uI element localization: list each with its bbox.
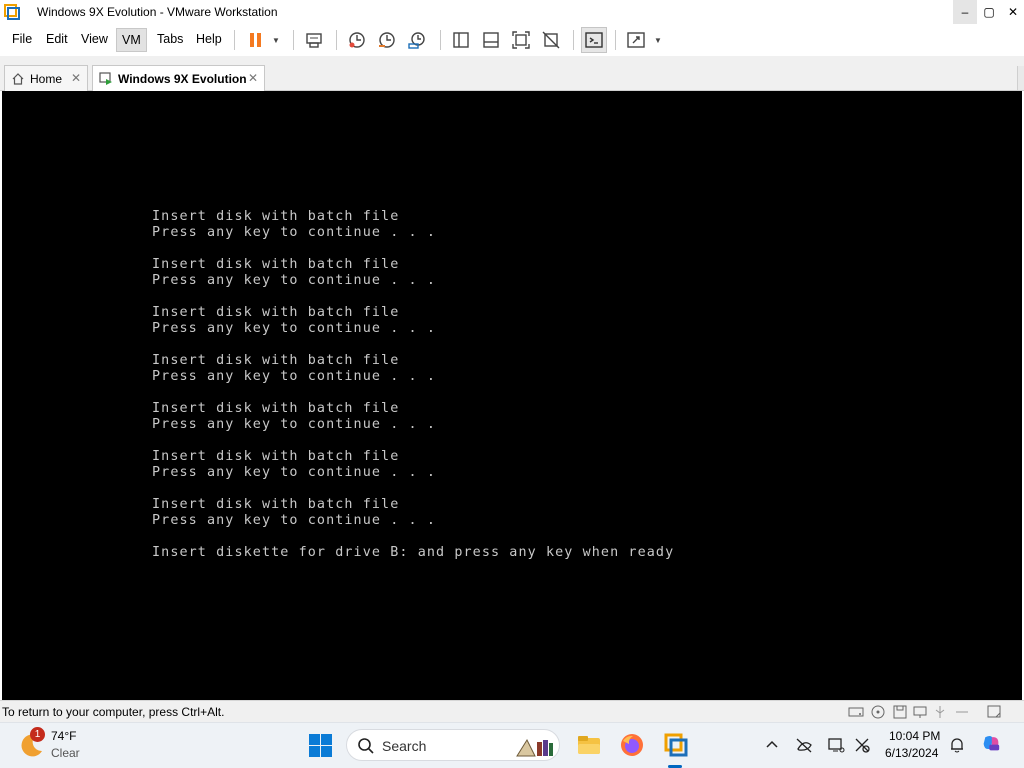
toolbar-separator [336,30,337,50]
console-line: Insert disk with batch file [152,209,400,224]
console-line: Press any key to continue . . . [152,513,437,528]
console-line: Insert disk with batch file [152,449,400,464]
weather-temp[interactable]: 74°F [51,729,76,743]
console-line: Insert disk with batch file [152,257,400,272]
maximize-button[interactable]: ▢ [977,0,1001,24]
menu-edit[interactable]: Edit [46,32,68,46]
vmware-icon[interactable] [663,732,689,758]
menu-file[interactable]: File [12,32,32,46]
console-prompt-line: Insert diskette for drive B: and press a… [152,545,675,560]
chevron-up-icon[interactable] [763,736,781,754]
minimize-button[interactable]: – [953,0,977,24]
message-icon[interactable] [986,705,1002,719]
tab-windows-9x-evolution[interactable]: Windows 9X Evolution ✕ [92,65,265,92]
window-title: Windows 9X Evolution - VMware Workstatio… [37,5,278,19]
vm-console[interactable]: Insert disk with batch file Press any key… [2,91,1022,700]
snapshot-manager-icon[interactable] [407,30,427,50]
toolbar-separator [234,30,235,50]
toolbar-separator [615,30,616,50]
send-ctrl-alt-del-icon[interactable] [304,30,324,50]
thumbnail-icon[interactable] [481,30,501,50]
search-label: Search [382,738,427,754]
tab-home[interactable]: Home ✕ [4,65,88,91]
tab-bar: Home ✕ Windows 9X Evolution ✕ [0,56,1024,92]
cd-rom-icon[interactable] [870,705,886,719]
console-line: Press any key to continue . . . [152,321,437,336]
status-bar: To return to your computer, press Ctrl+A… [0,700,1024,722]
tab-vm-label: Windows 9X Evolution [118,72,247,86]
menu-vm[interactable]: VM [116,28,147,52]
weather-condition[interactable]: Clear [51,746,80,760]
pause-dropdown-icon[interactable]: ▼ [272,36,280,45]
usb-icon[interactable] [932,705,948,719]
floppy-icon[interactable] [892,705,908,719]
console-line: Press any key to continue . . . [152,273,437,288]
sound-icon[interactable] [954,705,970,719]
console-line: Press any key to continue . . . [152,369,437,384]
console-line: Press any key to continue . . . [152,225,437,240]
console-line: Insert disk with batch file [152,497,400,512]
unity-icon[interactable] [541,30,561,50]
tab-home-close-icon[interactable]: ✕ [71,71,81,85]
revert-snapshot-icon[interactable] [377,30,397,50]
toolbar-separator [293,30,294,50]
tab-home-label: Home [30,71,63,86]
network-icon[interactable] [912,705,928,719]
vm-running-icon [99,72,113,86]
stretch-icon[interactable] [626,30,646,50]
title-bar: Windows 9X Evolution - VMware Workstatio… [0,0,1024,24]
library-icon[interactable] [451,30,471,50]
search-icon [357,737,375,755]
tab-scroll[interactable] [1017,66,1024,90]
console-view-icon[interactable] [581,27,607,53]
settings-icon[interactable] [853,736,871,754]
copilot-icon[interactable] [982,734,1004,756]
console-line: Press any key to continue . . . [152,465,437,480]
tab-vm-close-icon[interactable]: ✕ [248,71,258,85]
stretch-dropdown-icon[interactable]: ▼ [654,36,662,45]
menu-tabs[interactable]: Tabs [157,32,183,46]
menu-view[interactable]: View [81,32,108,46]
clock-date[interactable]: 6/13/2024 [885,746,938,760]
hard-disk-icon[interactable] [848,705,864,719]
vmware-app-icon[interactable] [4,4,20,20]
toolbar-separator [440,30,441,50]
display-sound-icon[interactable] [827,736,845,754]
file-explorer-icon[interactable] [576,732,602,758]
menu-toolbar: File Edit View VM Tabs Help ▼ ▼ [0,24,1024,56]
taskbar-search-box[interactable]: Search [346,729,560,761]
weather-alert-badge: 1 [30,727,45,742]
console-line: Insert disk with batch file [152,305,400,320]
full-screen-icon[interactable] [511,30,531,50]
clock-time[interactable]: 10:04 PM [889,729,940,743]
console-line: Press any key to continue . . . [152,417,437,432]
home-icon [11,72,25,86]
search-highlight-icon [515,734,555,758]
notification-bell-icon[interactable] [948,736,966,754]
console-text: Insert disk with batch file Press any key… [152,209,674,561]
console-line: Insert disk with batch file [152,401,400,416]
console-line: Insert disk with batch file [152,353,400,368]
snapshot-icon[interactable] [347,30,367,50]
pause-icon[interactable] [246,30,266,50]
network-off-icon[interactable] [795,736,813,754]
windows-taskbar: 1 74°F Clear Search 10:04 PM 6/13/2024 [0,722,1024,768]
close-button[interactable]: ✕ [1001,0,1024,24]
firefox-icon[interactable] [619,732,645,758]
windows-start-icon[interactable] [309,734,332,757]
status-message: To return to your computer, press Ctrl+A… [2,705,225,719]
toolbar-separator [573,30,574,50]
menu-help[interactable]: Help [196,32,222,46]
